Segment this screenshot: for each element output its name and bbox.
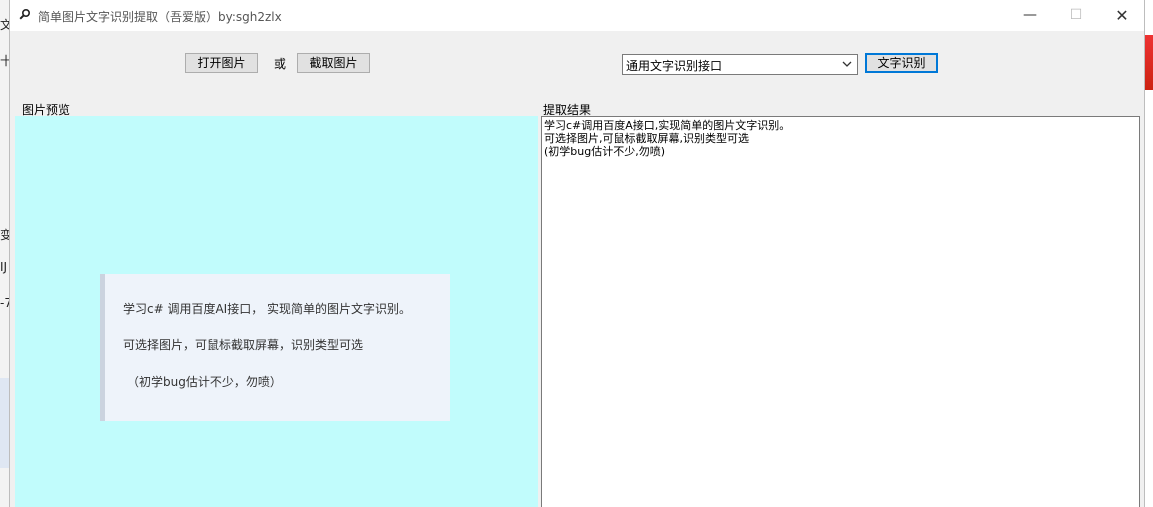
preview-card-line: 可选择图片，可鼠标截取屏幕，识别类型可选 [123,338,364,352]
recognize-text-button[interactable]: 文字识别 [865,53,938,73]
api-type-select[interactable]: 通用文字识别接口 [622,54,858,75]
capture-image-button[interactable]: 截取图片 [297,53,370,73]
background-desktop-right [1145,0,1153,507]
result-line: (初学bug估计不少,勿喷) [544,145,666,158]
minimize-button[interactable]: — [1007,0,1053,31]
preview-image-card: 学习c# 调用百度AI接口， 实现简单的图片文字识别。 可选择图片，可鼠标截取屏… [100,274,450,421]
background-red-badge [1145,35,1153,90]
preview-card-line: （初学bug估计不少，勿喷） [127,375,282,389]
title-bar[interactable]: 简单图片文字识别提取（吾爱版）by:sgh2zlx — ☐ ✕ [10,0,1144,31]
preview-card-line: 学习c# 调用百度AI接口， 实现简单的图片文字识别。 [123,302,412,316]
close-button[interactable]: ✕ [1099,0,1145,31]
or-label: 或 [274,57,287,71]
background-window-sliver [0,378,9,468]
window-title: 简单图片文字识别提取（吾爱版）by:sgh2zlx [38,10,282,24]
image-preview: 学习c# 调用百度AI接口， 实现简单的图片文字识别。 可选择图片，可鼠标截取屏… [15,116,538,507]
app-window: 简单图片文字识别提取（吾爱版）by:sgh2zlx — ☐ ✕ 打开图片 或 截… [9,0,1145,507]
result-line: 学习c#调用百度A接口,实现简单的图片文字识别。 [544,119,791,132]
result-line: 可选择图片,可鼠标截取屏幕,识别类型可选 [544,132,749,145]
api-type-value: 通用文字识别接口 [626,59,723,73]
result-textbox[interactable]: 学习c#调用百度A接口,实现简单的图片文字识别。 可选择图片,可鼠标截取屏幕,识… [541,116,1140,507]
open-image-button[interactable]: 打开图片 [185,53,258,73]
chevron-down-icon[interactable] [841,58,853,70]
magnifier-icon [19,8,33,22]
background-desktop-left: 文 十 变 IJ -7 [0,0,12,507]
maximize-button[interactable]: ☐ [1053,0,1099,31]
background-fragment: IJ [0,260,8,274]
